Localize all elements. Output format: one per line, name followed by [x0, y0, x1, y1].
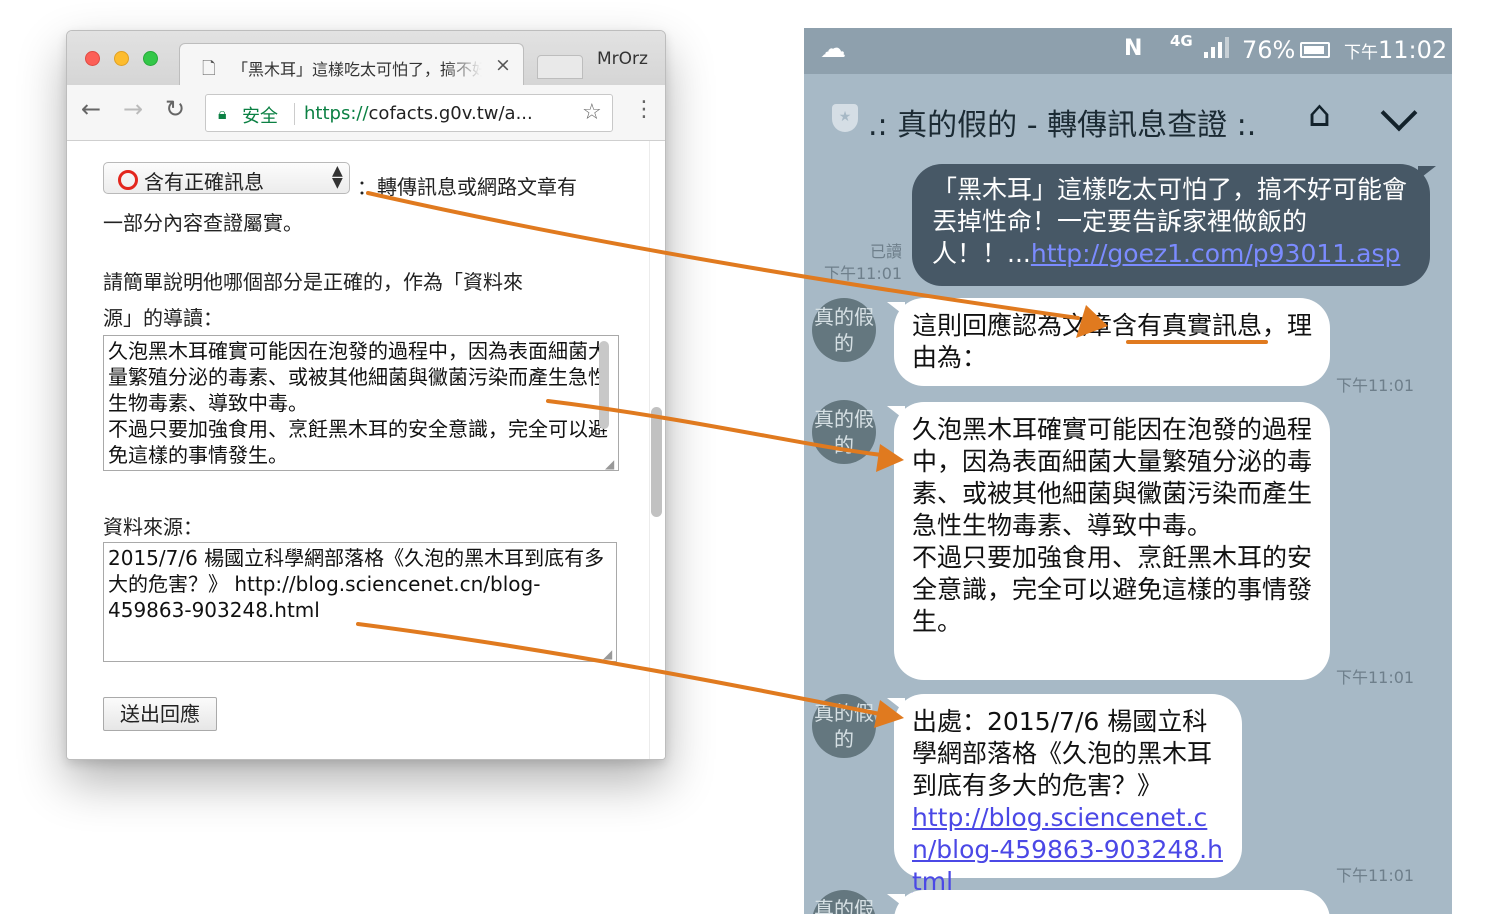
status-time: 下午11:02 — [1344, 36, 1447, 64]
signal-icon — [1204, 37, 1229, 58]
network-type: 4G — [1170, 32, 1193, 50]
line-chat-screen: ☁ N 4G 76% 下午11:02 ★ .: 真的假的 - 轉傳訊息查證 :.… — [804, 28, 1452, 914]
close-icon[interactable]: × — [495, 54, 511, 76]
chevron-down-icon[interactable] — [1380, 94, 1418, 132]
cloud-icon: ☁ — [820, 34, 846, 64]
browser-toolbar: ← → ↻ 🔒︎ 安全 https://cofacts.g0v.tw/a... … — [67, 85, 665, 141]
category-description: ：轉傳訊息或網路文章有 — [357, 175, 577, 199]
title-bar: 🗋 「黑木耳」這樣吃太可怕了，搞不好可能會丟掉性命 × MrOrz — [67, 31, 665, 85]
menu-icon[interactable]: ⋮ — [633, 97, 655, 122]
page-scrollbar-thumb[interactable] — [651, 407, 662, 517]
address-bar[interactable]: 🔒︎ 安全 https://cofacts.g0v.tw/a... ☆ — [205, 94, 613, 132]
star-icon[interactable]: ☆ — [582, 100, 602, 125]
status-time-value: 11:02 — [1378, 36, 1448, 64]
tab-title: 「黑木耳」這樣吃太可怕了，搞不好可能會丟掉性命 — [232, 60, 482, 79]
resize-grip-icon[interactable]: ◢ — [605, 457, 614, 471]
battery-percent: 76% — [1242, 36, 1296, 64]
url-scheme: https:// — [304, 103, 369, 124]
nfc-icon: N — [1124, 36, 1143, 61]
browser-tab[interactable]: 🗋 「黑木耳」這樣吃太可怕了，搞不好可能會丟掉性命 × — [179, 43, 524, 85]
read-receipt: 已讀 — [870, 242, 903, 261]
zoom-window-button[interactable] — [143, 51, 158, 66]
category-select[interactable]: 含有正確訊息 ▲ ▼ — [103, 162, 350, 194]
message-time: 下午11:01 — [1336, 376, 1415, 395]
minimize-window-button[interactable] — [114, 51, 129, 66]
category-select-value: 含有正確訊息 — [144, 170, 264, 194]
avatar[interactable]: 真的假的 — [812, 890, 876, 914]
message-time: 下午11:01 — [1336, 668, 1415, 687]
chat-header: ★ .: 真的假的 - 轉傳訊息查證 :. ⌂ — [804, 74, 1452, 164]
chat-title: .: 真的假的 - 轉傳訊息查證 :. — [868, 108, 1257, 143]
outgoing-message[interactable]: 「黑木耳」這樣吃太可怕了，搞不好可能會丟掉性命！一定要告訴家裡做飯的人！！...… — [912, 164, 1436, 286]
url-text[interactable]: https://cofacts.g0v.tw/a... — [304, 103, 533, 124]
incoming-message-text: 出處：2015/7/6 楊國立科學網部落格《久泡的黑木耳到底有多大的危害？》 — [912, 707, 1213, 800]
option-ring-icon — [118, 170, 138, 190]
message-time: 下午11:01 — [1336, 866, 1415, 885]
profile-name[interactable]: MrOrz — [597, 49, 648, 69]
lock-icon: 🔒︎ — [218, 104, 227, 123]
browser-window: 🗋 「黑木耳」這樣吃太可怕了，搞不好可能會丟掉性命 × MrOrz ← → ↻ … — [66, 30, 666, 760]
new-tab-button[interactable] — [537, 55, 583, 79]
reason-prompt-cont: 源」的導讀： — [103, 306, 223, 330]
incoming-message[interactable] — [887, 890, 1330, 914]
select-arrows-icon: ▲ ▼ — [332, 163, 343, 191]
address-divider — [294, 103, 295, 125]
reload-icon[interactable]: ↻ — [165, 97, 185, 121]
secure-label: 安全 — [242, 106, 278, 127]
outgoing-message-link[interactable]: http://goez1.com/p93011.asp — [1031, 239, 1400, 268]
outgoing-time: 下午11:01 — [824, 264, 903, 283]
reason-prompt: 請簡單說明他哪個部分是正確的，作為「資料來 — [103, 270, 523, 294]
incoming-message[interactable]: 久泡黑木耳確實可能因在泡發的過程中，因為表面細菌大量繁殖分泌的毒素、或被其他細菌… — [887, 402, 1330, 680]
incoming-message-text: 久泡黑木耳確實可能因在泡發的過程中，因為表面細菌大量繁殖分泌的毒素、或被其他細菌… — [912, 415, 1313, 636]
page-content: 含有正確訊息 ▲ ▼ ：轉傳訊息或網路文章有 一部分內容查證屬實。 請簡單說明他哪… — [67, 141, 665, 759]
reason-scrollbar[interactable] — [599, 341, 609, 429]
shield-icon: ★ — [832, 104, 858, 132]
source-textarea[interactable]: 2015/7/6 楊國立科學網部落格《久泡的黑木耳到底有多大的危害？》 http… — [103, 542, 617, 662]
status-bar: ☁ N 4G 76% 下午11:02 — [804, 28, 1452, 74]
avatar[interactable]: 真的假的 — [812, 694, 876, 758]
avatar[interactable]: 真的假的 — [812, 298, 876, 362]
incoming-message-link[interactable]: http://blog.sciencenet.cn/blog-459863-90… — [912, 803, 1223, 896]
status-time-prefix: 下午 — [1344, 43, 1378, 63]
submit-button[interactable]: 送出回應 — [103, 697, 217, 731]
reason-textarea[interactable]: 久泡黑木耳確實可能因在泡發的過程中，因為表面細菌大量繁殖分泌的毒素、或被其他細菌… — [103, 335, 619, 471]
resize-grip-icon[interactable]: ◢ — [603, 647, 612, 661]
home-icon[interactable]: ⌂ — [1308, 94, 1331, 135]
avatar[interactable]: 真的假的 — [812, 400, 876, 464]
doc-icon: 🗋 — [202, 59, 216, 79]
url-host: cofacts.g0v.tw/a... — [368, 103, 533, 124]
forward-icon[interactable]: → — [123, 97, 143, 121]
incoming-message[interactable]: 這則回應認為文章含有真實訊息，理由為： — [887, 298, 1330, 386]
back-icon[interactable]: ← — [81, 97, 101, 121]
category-description-cont: 一部分內容查證屬實。 — [103, 211, 303, 235]
incoming-message[interactable]: 出處：2015/7/6 楊國立科學網部落格《久泡的黑木耳到底有多大的危害？》 ht… — [887, 694, 1242, 896]
source-label: 資料來源： — [103, 515, 203, 539]
battery-icon — [1300, 42, 1330, 58]
close-window-button[interactable] — [85, 51, 100, 66]
incoming-message-text: 這則回應認為文章含有真實訊息，理由為： — [912, 311, 1313, 372]
